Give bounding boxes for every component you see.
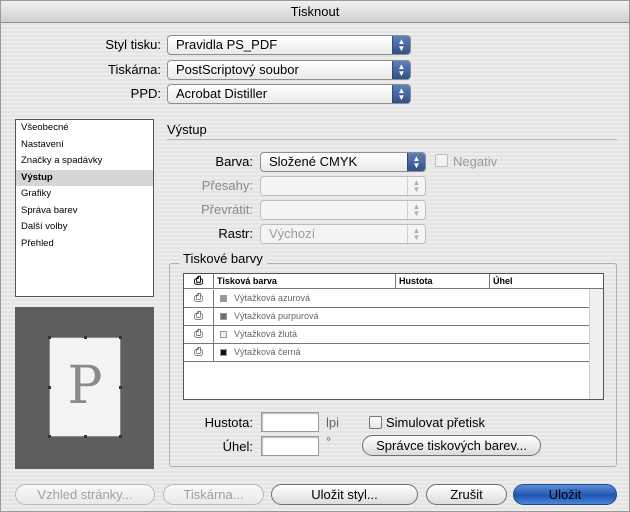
printer-icon: ⎙: [184, 274, 214, 289]
ink-swatch: [220, 349, 227, 356]
ink-name: Výtažková žlutá: [234, 329, 298, 339]
save-button[interactable]: Uložit: [513, 484, 617, 505]
table-row[interactable]: ⎙ Výtažková žlutá: [184, 326, 589, 344]
table-row[interactable]: ⎙ Výtažková azurová: [184, 290, 589, 308]
ink-swatch: [220, 295, 227, 302]
crop-mark: [119, 386, 122, 389]
category-list: Všeobecné Nastavení Značky a spadávky Vý…: [15, 119, 154, 297]
color-value: Složené CMYK: [269, 154, 358, 169]
popup-arrows-icon: ▲ ▼: [392, 61, 410, 79]
section-title: Výstup: [167, 122, 207, 137]
print-toggle-icon[interactable]: ⎙: [184, 290, 214, 307]
crop-mark: [84, 435, 87, 438]
printer-label: Tiskárna:: [108, 62, 161, 77]
sidebar-item-prehled[interactable]: Přehled: [16, 236, 153, 253]
inks-group-title: Tiskové barvy: [179, 251, 267, 266]
column-header-ink[interactable]: Tisková barva: [214, 274, 396, 289]
sidebar-item-dalsi-volby[interactable]: Další volby: [16, 219, 153, 236]
print-toggle-icon[interactable]: ⎙: [184, 308, 214, 325]
ppd-label: PPD:: [130, 86, 161, 101]
flip-label: Převrátit:: [200, 202, 253, 217]
crop-mark: [119, 336, 122, 339]
inks-table-header: ⎙ Tisková barva Hustota Úhel: [184, 274, 603, 289]
print-style-label: Styl tisku:: [105, 37, 161, 52]
crop-mark: [48, 435, 51, 438]
popup-arrows-icon: ▲ ▼: [392, 36, 410, 54]
print-toggle-icon[interactable]: ⎙: [184, 344, 214, 361]
ink-name: Výtažková purpurová: [234, 311, 319, 321]
crop-mark: [119, 435, 122, 438]
sidebar-item-grafiky[interactable]: Grafiky: [16, 186, 153, 203]
crop-mark: [48, 336, 51, 339]
ppd-value: Acrobat Distiller: [176, 86, 268, 101]
save-style-button[interactable]: Uložit styl...: [271, 484, 418, 505]
printer-popup[interactable]: PostScriptový soubor ▲ ▼: [167, 60, 411, 80]
popup-arrows-icon: ▲ ▼: [407, 153, 425, 171]
printer-value: PostScriptový soubor: [176, 62, 299, 77]
popup-arrows-icon: ▲ ▼: [407, 225, 425, 243]
color-label: Barva:: [215, 154, 253, 169]
print-toggle-icon[interactable]: ⎙: [184, 326, 214, 343]
print-style-value: Pravidla PS_PDF: [176, 37, 278, 52]
popup-arrows-icon: ▲ ▼: [407, 177, 425, 195]
ink-swatch: [220, 331, 227, 338]
ppd-popup[interactable]: Acrobat Distiller ▲ ▼: [167, 84, 411, 104]
sidebar-item-nastaveni[interactable]: Nastavení: [16, 137, 153, 154]
frequency-field[interactable]: [261, 412, 319, 432]
page-setup-button[interactable]: Vzhled stránky...: [15, 484, 155, 505]
crop-mark: [84, 336, 87, 339]
preview-letter: P: [67, 356, 103, 416]
color-popup[interactable]: Složené CMYK ▲ ▼: [260, 152, 426, 172]
column-header-frequency[interactable]: Hustota: [396, 274, 490, 289]
simulate-overprint-checkbox[interactable]: [369, 416, 382, 429]
cancel-button[interactable]: Zrušit: [426, 484, 507, 505]
screen-label: Rastr:: [218, 226, 253, 241]
simulate-overprint-label: Simulovat přetisk: [386, 415, 485, 430]
flip-popup[interactable]: ▲ ▼: [260, 200, 426, 220]
frequency-label: Hustota:: [204, 415, 253, 430]
table-row[interactable]: ⎙ Výtažková černá: [184, 344, 589, 362]
ink-name: Výtažková azurová: [234, 293, 311, 303]
angle-field[interactable]: [261, 436, 319, 456]
page-preview: P: [15, 307, 154, 469]
sidebar-item-sprava-barev[interactable]: Správa barev: [16, 203, 153, 220]
print-dialog: Tisknout Styl tisku: Pravidla PS_PDF ▲ ▼ …: [0, 0, 630, 512]
popup-arrows-icon: ▲ ▼: [407, 201, 425, 219]
ink-manager-button[interactable]: Správce tiskových barev...: [362, 435, 541, 456]
popup-arrows-icon: ▲ ▼: [392, 85, 410, 103]
sidebar-item-vseobecne[interactable]: Všeobecné: [16, 120, 153, 137]
trapping-label: Přesahy:: [201, 178, 253, 193]
sidebar-item-vystup[interactable]: Výstup: [16, 169, 153, 186]
crop-mark: [48, 386, 51, 389]
sidebar-item-znacky-a-spadavky[interactable]: Značky a spadávky: [16, 153, 153, 170]
inks-table: ⎙ Tisková barva Hustota Úhel ⎙ Výtažková…: [183, 273, 604, 400]
column-header-angle[interactable]: Úhel: [490, 274, 603, 289]
trapping-popup[interactable]: ▲ ▼: [260, 176, 426, 196]
print-style-popup[interactable]: Pravidla PS_PDF ▲ ▼: [167, 35, 411, 55]
table-scrollbar[interactable]: [589, 289, 603, 399]
printer-button[interactable]: Tiskárna...: [163, 484, 264, 505]
table-row[interactable]: ⎙ Výtažková purpurová: [184, 308, 589, 326]
window-title: Tisknout: [1, 1, 629, 23]
screen-value: Výchozí: [269, 226, 316, 241]
ink-swatch: [220, 313, 227, 320]
frequency-unit: lpi: [326, 415, 340, 430]
angle-unit: °: [326, 434, 332, 449]
negative-label: Negativ: [453, 154, 498, 169]
screen-popup[interactable]: Výchozí ▲ ▼: [260, 224, 426, 244]
ink-name: Výtažková černá: [234, 347, 301, 357]
preview-page: P: [48, 336, 122, 438]
angle-label: Úhel:: [222, 439, 253, 454]
section-divider: [167, 139, 617, 140]
negative-checkbox[interactable]: [435, 154, 448, 167]
